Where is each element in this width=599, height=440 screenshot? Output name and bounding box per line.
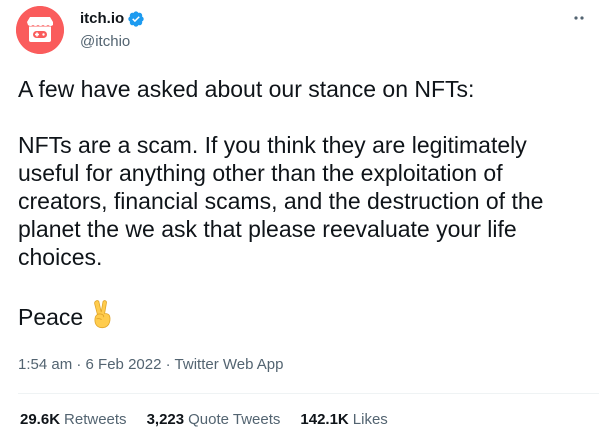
display-name[interactable]: itch.io	[80, 9, 124, 29]
quote-tweets-label: Quote Tweets	[188, 411, 281, 428]
user-handle[interactable]: @itchio	[80, 32, 130, 52]
tweet-paragraph-signoff: Peace	[18, 299, 588, 331]
tweet-source[interactable]: Twitter Web App	[175, 356, 284, 373]
victory-hand-icon	[94, 300, 111, 329]
more-dots-icon	[574, 16, 584, 20]
quote-tweets-stat[interactable]: 3,223 Quote Tweets	[147, 410, 281, 430]
likes-label: Likes	[352, 411, 388, 428]
signoff-text: Peace	[18, 304, 84, 330]
itchio-logo-icon	[16, 6, 64, 54]
quote-tweets-count: 3,223	[146, 411, 185, 428]
verified-badge-icon	[128, 11, 144, 27]
meta-separator: ·	[165, 356, 171, 373]
likes-count: 142.1K	[300, 411, 349, 428]
divider	[18, 393, 599, 394]
tweet-text: A few have asked about our stance on NFT…	[18, 75, 588, 331]
avatar[interactable]	[16, 6, 64, 54]
retweets-stat[interactable]: 29.6K Retweets	[20, 410, 127, 430]
likes-stat[interactable]: 142.1K Likes	[300, 410, 387, 430]
tweet-metadata: 1:54 am · 6 Feb 2022 · Twitter Web App	[18, 355, 283, 375]
more-options-button[interactable]	[567, 6, 591, 30]
display-name-row[interactable]: itch.io	[80, 9, 145, 29]
meta-separator: ·	[76, 356, 82, 373]
tweet-time[interactable]: 1:54 am	[18, 356, 72, 373]
tweet-card: itch.io @itchio A few have asked about o…	[0, 0, 599, 440]
engagement-stats: 29.6K Retweets 3,223 Quote Tweets 142.1K…	[20, 410, 408, 430]
retweets-label: Retweets	[64, 411, 127, 428]
tweet-date[interactable]: 6 Feb 2022	[86, 356, 162, 373]
retweets-count: 29.6K	[20, 411, 61, 428]
tweet-paragraph-main: NFTs are a scam. If you think they are l…	[18, 132, 544, 270]
tweet-paragraph-intro: A few have asked about our stance on NFT…	[18, 76, 475, 102]
